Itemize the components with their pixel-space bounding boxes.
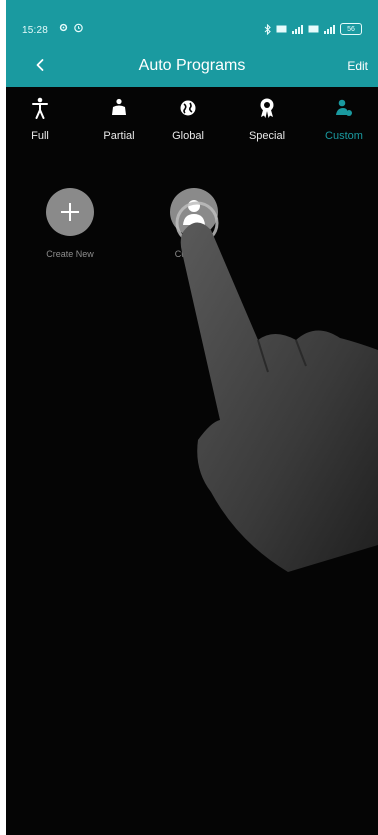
tab-label: Custom: [325, 130, 363, 142]
signal-icon: [292, 24, 303, 34]
custom-program-button[interactable]: [170, 188, 218, 236]
app-screen: 15:28 56 Auto Programs Edit Full Partial…: [6, 0, 378, 835]
edit-button[interactable]: Edit: [347, 59, 368, 73]
screen-icon-2: [308, 25, 319, 33]
app-bar: 15:28 56 Auto Programs Edit: [6, 0, 378, 87]
settings-icon: [59, 23, 68, 32]
create-new-program[interactable]: Create New: [25, 188, 115, 259]
create-new-button[interactable]: [46, 188, 94, 236]
tab-label: Special: [248, 130, 286, 142]
tab-special[interactable]: Special: [232, 96, 302, 142]
globe-icon: [153, 96, 223, 120]
program-label: Create New: [46, 249, 94, 259]
tab-custom[interactable]: Custom: [309, 96, 378, 142]
alarm-icon: [74, 23, 83, 33]
custom-person-icon: [309, 96, 378, 120]
tab-label: Full: [31, 130, 49, 142]
tab-full[interactable]: Full: [6, 96, 75, 142]
bluetooth-icon: [264, 23, 271, 35]
tab-label: Partial: [103, 130, 135, 142]
plus-icon: [61, 203, 79, 221]
tab-global[interactable]: Global: [153, 96, 223, 142]
page-title: Auto Programs: [138, 57, 246, 74]
person-icon: [183, 200, 205, 225]
status-time: 15:28: [22, 25, 49, 36]
custom-program-item[interactable]: Custom 1: [149, 188, 239, 259]
tab-partial[interactable]: Partial: [84, 96, 154, 142]
status-bar: 15:28 56: [6, 0, 378, 50]
person-partial-icon: [84, 96, 154, 120]
battery-icon: 56: [340, 23, 362, 35]
status-left-icons: [58, 22, 84, 33]
signal-icon-2: [324, 24, 335, 34]
nav-row: Auto Programs Edit: [6, 50, 378, 80]
medal-icon: [232, 96, 302, 120]
status-right-icons: 56: [264, 23, 362, 35]
tab-label: Global: [172, 130, 204, 142]
person-standing-icon: [6, 96, 75, 120]
screen-icon: [276, 25, 287, 33]
program-category-tabs: Full Partial Global Special Custom: [6, 96, 378, 156]
program-label: Custom 1: [174, 249, 214, 259]
